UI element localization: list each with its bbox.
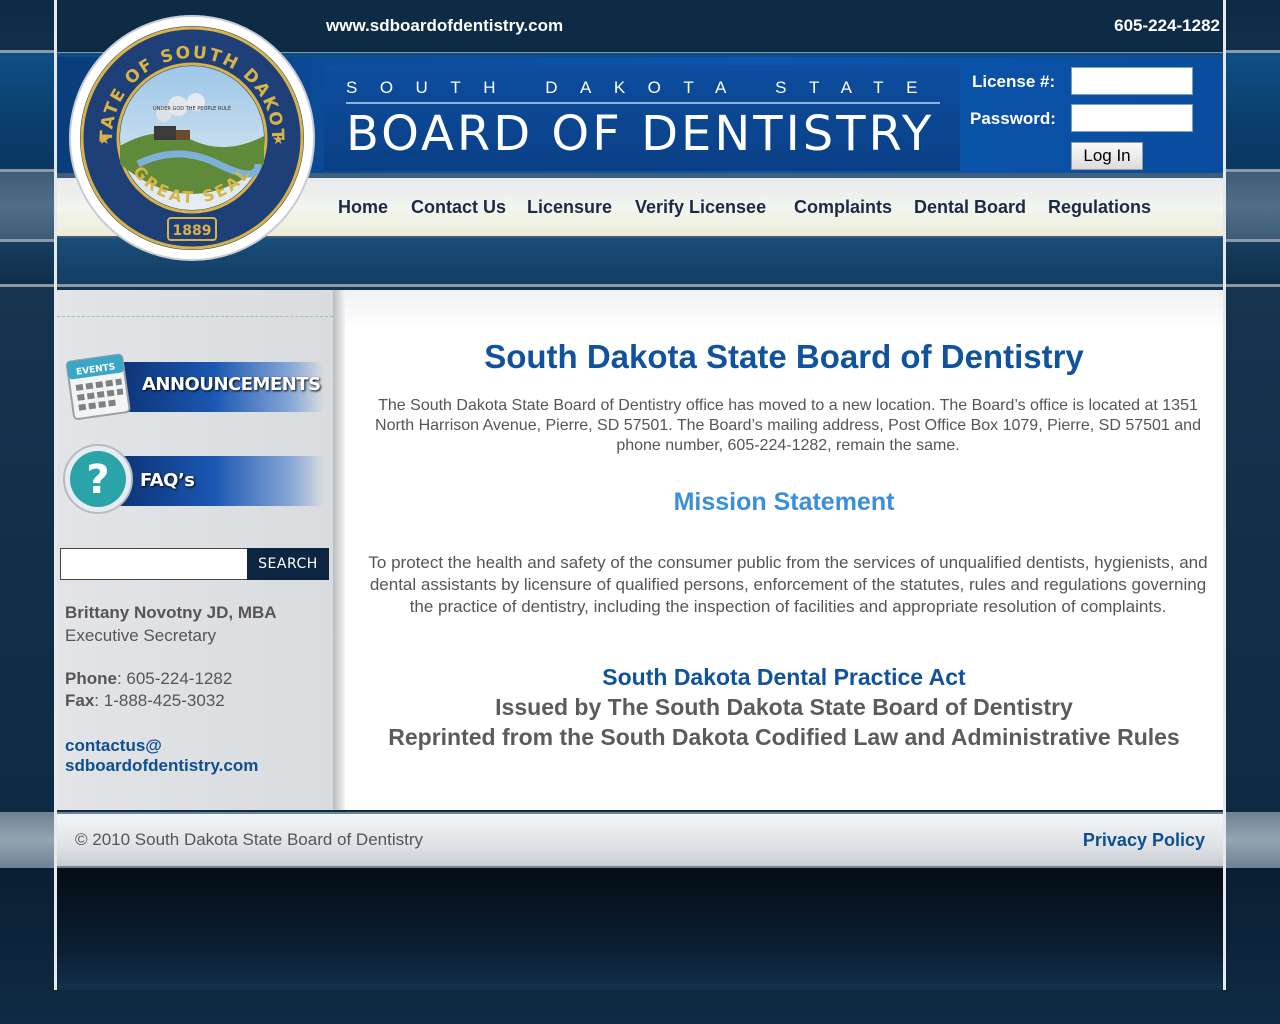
title-divider <box>346 102 940 104</box>
practice-act-issued: Issued by The South Dakota State Board o… <box>495 694 1073 720</box>
practice-act-reprinted: Reprinted from the South Dakota Codified… <box>388 724 1180 750</box>
phone-label: Phone <box>65 669 117 688</box>
seal-star-icon: ★ <box>98 131 111 147</box>
header-phone: 605-224-1282 <box>1114 16 1220 35</box>
frame-border <box>1223 0 1226 990</box>
license-label: License #: <box>972 72 1056 91</box>
bottom-panel <box>57 868 1223 990</box>
nav-home[interactable]: Home <box>338 197 388 218</box>
faqs-label: FAQ’s <box>140 470 195 491</box>
contact-name: Brittany Novotny JD, MBA <box>65 603 277 622</box>
mission-text: To protect the health and safety of the … <box>368 553 1208 616</box>
relocation-notice: The South Dakota State Board of Dentistr… <box>375 397 1201 454</box>
nav-licensure[interactable]: Licensure <box>527 197 612 218</box>
calendar-icon: EVENTS <box>65 353 131 420</box>
seal-motto: UNDER GOD THE PEOPLE RULE <box>153 106 231 112</box>
search-button[interactable]: SEARCH <box>247 548 329 580</box>
seal-star-icon: ★ <box>272 131 285 147</box>
copyright-text: © 2010 South Dakota State Board of Denti… <box>75 830 424 849</box>
privacy-policy-link[interactable]: Privacy Policy <box>1083 830 1205 851</box>
faqs-link[interactable]: ? FAQ’s <box>62 442 324 514</box>
contact-email-link[interactable]: contactus@ sdboardofdentistry.com <box>65 736 258 776</box>
state-seal-logo: STATE OF SOUTH DAKOTA GREAT SEAL UNDER G… <box>68 14 315 261</box>
contact-fax: Fax: 1-888-425-3032 <box>65 691 225 711</box>
nav-regulations[interactable]: Regulations <box>1048 197 1151 218</box>
login-button[interactable]: Log In <box>1071 142 1143 170</box>
contact-role: Executive Secretary <box>65 626 217 645</box>
site-url: www.sdboardofdentistry.com <box>326 16 564 35</box>
page-title: South Dakota State Board of Dentistry <box>484 338 1084 375</box>
sidebar-shadow <box>333 290 345 810</box>
fax-label: Fax <box>65 691 95 710</box>
announcements-label: ANNOUNCEMENTS <box>142 374 321 395</box>
question-icon: ? <box>63 444 133 514</box>
phone-value: : 605-224-1282 <box>116 669 233 688</box>
announcements-link[interactable]: EVENTS ANNOUNCEMENTS <box>62 348 324 420</box>
search-input[interactable] <box>60 548 248 580</box>
seal-year: 1889 <box>173 223 212 239</box>
state-line: SOUTH DAKOTA STATE <box>346 78 940 97</box>
nav-verify-licensee[interactable]: Verify Licensee <box>635 197 766 218</box>
license-input[interactable] <box>1071 67 1193 95</box>
page-frame: www.sdboardofdentistry.com 605-224-1282 … <box>54 0 1226 1024</box>
practice-act-link[interactable]: South Dakota Dental Practice Act <box>345 664 1223 691</box>
email-line: sdboardofdentistry.com <box>65 756 259 775</box>
question-glyph: ? <box>86 457 109 503</box>
mission-heading: Mission Statement <box>673 488 895 516</box>
board-title: BOARD OF DENTISTRY <box>346 106 935 162</box>
contact-phone: Phone: 605-224-1282 <box>65 669 232 689</box>
nav-contact-us[interactable]: Contact Us <box>411 197 506 218</box>
sidebar-divider <box>57 316 333 318</box>
email-line: contactus@ <box>65 736 162 755</box>
password-input[interactable] <box>1071 104 1193 132</box>
nav-dental-board[interactable]: Dental Board <box>914 197 1026 218</box>
password-label: Password: <box>970 109 1056 128</box>
nav-complaints[interactable]: Complaints <box>794 197 892 218</box>
fax-value: : 1-888-425-3032 <box>94 691 225 710</box>
